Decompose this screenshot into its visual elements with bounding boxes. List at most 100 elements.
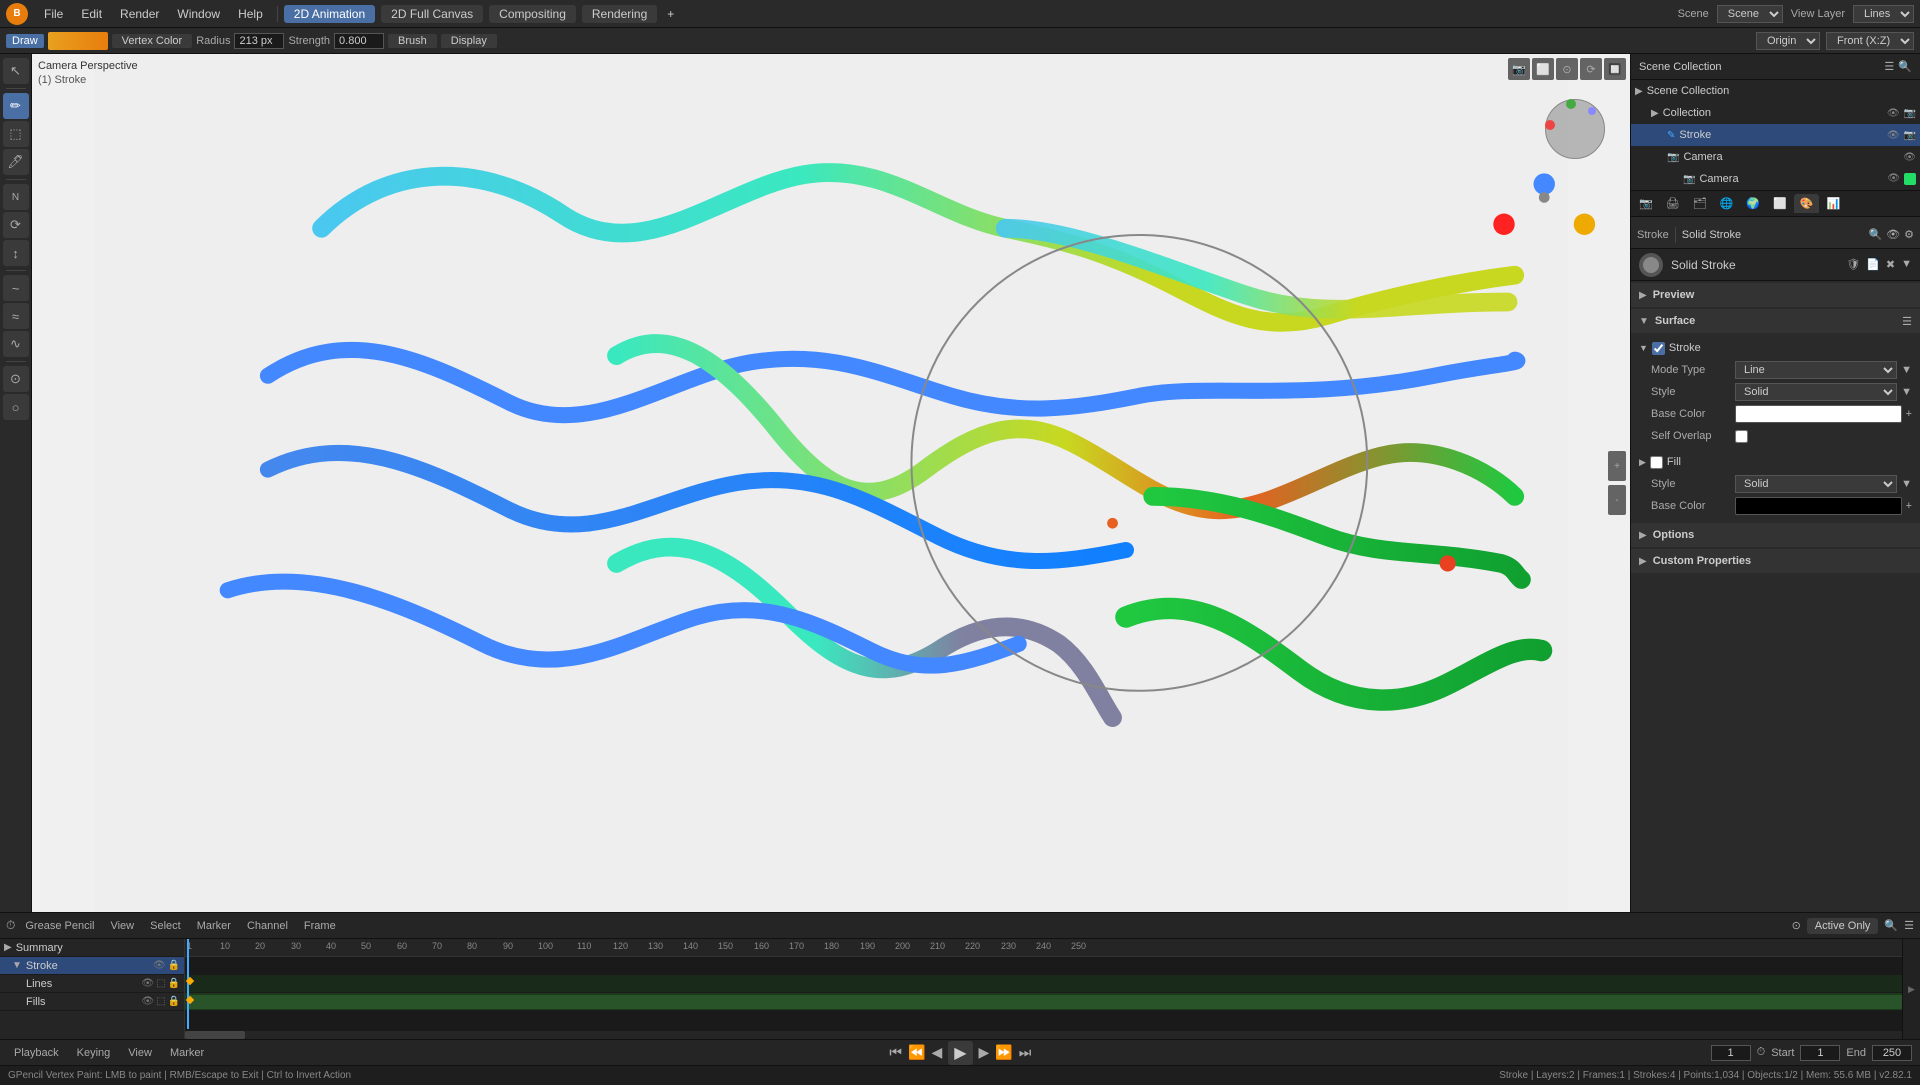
render-icon[interactable]: 📷 xyxy=(1904,108,1916,119)
copy-icon[interactable]: 🔍 xyxy=(1868,228,1882,241)
nav-gizmo[interactable] xyxy=(1540,94,1610,164)
overlay-btn[interactable]: ⊙ xyxy=(1556,58,1578,80)
rotate-tool[interactable]: ⟳ xyxy=(3,212,29,238)
snap-btn[interactable]: 🔲 xyxy=(1604,58,1626,80)
jump-start-btn[interactable]: ⏮ xyxy=(889,1044,902,1061)
summary-expand[interactable]: ▶ xyxy=(4,942,12,953)
menu-window[interactable]: Window xyxy=(169,5,228,23)
summary-track[interactable] xyxy=(185,957,1902,975)
render-icon-stroke[interactable]: 📷 xyxy=(1904,130,1916,141)
gizmo-btn[interactable]: ⟳ xyxy=(1580,58,1602,80)
stroke-subsection-header[interactable]: ▼ Stroke xyxy=(1639,337,1912,359)
lock-lines-icon[interactable]: 🔒 xyxy=(168,978,180,989)
timeline-scrollbar-thumb[interactable] xyxy=(185,1031,245,1039)
scene-select[interactable]: Scene xyxy=(1717,5,1783,23)
step-forward-btn[interactable]: ▶ xyxy=(979,1044,990,1061)
delete-material-btn[interactable]: ✖ xyxy=(1886,258,1895,271)
stroke-row[interactable]: ▼ Stroke 👁 🔒 xyxy=(0,957,184,975)
play-btn[interactable]: ▶ xyxy=(948,1041,972,1065)
playback-view-menu[interactable]: View xyxy=(122,1046,158,1060)
y-axis-dot[interactable] xyxy=(1566,99,1576,109)
front-select[interactable]: Front (X:Z) xyxy=(1826,32,1914,50)
outliner-collection[interactable]: ▶ Collection 👁 📷 xyxy=(1631,102,1920,124)
fill-base-color-swatch[interactable] xyxy=(1735,497,1902,515)
timeline-select-menu[interactable]: Select xyxy=(144,919,187,933)
display-mode-btn[interactable]: ⬜ xyxy=(1532,58,1554,80)
active-only-label[interactable]: Active Only xyxy=(1807,918,1879,934)
stroke-expand[interactable]: ▼ xyxy=(12,960,22,971)
fill-subsection-header[interactable]: ▶ Fill xyxy=(1639,451,1912,473)
hide-icon[interactable]: 👁 xyxy=(1886,228,1900,241)
tab-scene[interactable]: 🌐 xyxy=(1714,194,1740,213)
fill-style-select[interactable]: Solid xyxy=(1735,475,1897,493)
fills-row[interactable]: Fills 👁 ⬚ 🔒 xyxy=(0,993,184,1011)
mode-rendering[interactable]: Rendering xyxy=(582,5,657,23)
tab-output[interactable]: 🖨 xyxy=(1660,194,1686,213)
eye-lines-icon[interactable]: 👁 xyxy=(141,978,154,989)
transform-tool[interactable]: N xyxy=(3,184,29,210)
radius-input[interactable] xyxy=(234,33,284,49)
base-color-expand[interactable]: + xyxy=(1906,408,1912,420)
mode-2d-animation[interactable]: 2D Animation xyxy=(284,5,375,23)
zoom-in-btn[interactable]: + xyxy=(1608,451,1626,481)
tab-view-layer[interactable]: 🗂 xyxy=(1687,194,1713,213)
tint-color[interactable] xyxy=(48,32,108,50)
playback-marker-menu[interactable]: Marker xyxy=(164,1046,210,1060)
tab-world[interactable]: 🌍 xyxy=(1740,194,1766,213)
menu-render[interactable]: Render xyxy=(112,5,167,23)
thickness-tool[interactable]: ≈ xyxy=(3,303,29,329)
grease-pencil-menu[interactable]: Grease Pencil xyxy=(19,919,100,933)
timeline-scrollbar[interactable] xyxy=(185,1031,1902,1039)
mode-2d-full-canvas[interactable]: 2D Full Canvas xyxy=(381,5,483,23)
eye-icon[interactable]: 👁 xyxy=(1887,108,1900,119)
end-frame-input[interactable] xyxy=(1872,1045,1912,1061)
smooth-tool[interactable]: ~ xyxy=(3,275,29,301)
eye-icon-cam[interactable]: 👁 xyxy=(1903,152,1916,163)
options-header[interactable]: ▶ Options xyxy=(1631,523,1920,547)
eye-tl-icon[interactable]: 👁 xyxy=(153,960,166,971)
lock-tl-icon[interactable]: 🔒 xyxy=(168,960,180,971)
scale-tool[interactable]: ↕ xyxy=(3,240,29,266)
timeline-search-icon[interactable]: 🔍 xyxy=(1884,919,1898,932)
z-axis-dot[interactable] xyxy=(1588,107,1596,115)
circle-tool[interactable]: ⊙ xyxy=(3,366,29,392)
fill-tool[interactable]: 🖊 xyxy=(3,149,29,175)
step-back-btn[interactable]: ◀ xyxy=(931,1044,942,1061)
menu-edit[interactable]: Edit xyxy=(73,5,110,23)
add-material-btn[interactable]: ▼ xyxy=(1901,258,1912,271)
view-layer-select[interactable]: Lines xyxy=(1853,5,1914,23)
eye-icon-stroke[interactable]: 👁 xyxy=(1887,130,1900,141)
tab-data[interactable]: 📊 xyxy=(1820,194,1846,213)
timeline-right-expand[interactable]: ▶ xyxy=(1902,939,1920,1039)
select-tool[interactable]: ↖ xyxy=(3,58,29,84)
preview-header[interactable]: ▶ Preview xyxy=(1631,283,1920,307)
tab-material[interactable]: 🎨 xyxy=(1794,194,1820,213)
zoom-out-btn[interactable]: - xyxy=(1608,485,1626,515)
jump-end-btn[interactable]: ⏭ xyxy=(1019,1044,1032,1061)
stroke-track[interactable] xyxy=(185,975,1902,993)
rect-tool[interactable]: ○ xyxy=(3,394,29,420)
outliner-scene-collection[interactable]: ▶ Scene Collection xyxy=(1631,80,1920,102)
draw-mode-select[interactable]: Draw xyxy=(6,34,44,48)
lines-track[interactable] xyxy=(185,993,1902,1011)
self-overlap-checkbox[interactable] xyxy=(1735,430,1748,443)
eye-fills-icon[interactable]: 👁 xyxy=(141,996,154,1007)
search-icon[interactable]: 🔍 xyxy=(1898,60,1912,73)
unlink-material-btn[interactable]: 📄 xyxy=(1866,258,1880,271)
keying-menu[interactable]: Keying xyxy=(71,1046,117,1060)
fill-enabled-checkbox[interactable] xyxy=(1650,456,1663,469)
viewport-canvas[interactable]: Camera Perspective (1) Stroke xyxy=(32,54,1630,912)
timeline-frame-menu[interactable]: Frame xyxy=(298,919,342,933)
mode-compositing[interactable]: Compositing xyxy=(489,5,576,23)
surface-list-icon[interactable]: ☰ xyxy=(1902,316,1912,328)
x-axis-dot[interactable] xyxy=(1545,120,1555,130)
vertex-color-button[interactable]: Vertex Color xyxy=(112,34,193,48)
timeline-filter-icon[interactable]: ☰ xyxy=(1904,919,1914,932)
timeline-view-menu[interactable]: View xyxy=(104,919,140,933)
eraser-tool[interactable]: ⬚ xyxy=(3,121,29,147)
surface-header[interactable]: ▼ Surface ☰ xyxy=(1631,309,1920,333)
start-frame-input[interactable] xyxy=(1800,1045,1840,1061)
eye-icon-cam2[interactable]: 👁 xyxy=(1887,173,1900,185)
add-workspace-button[interactable]: + xyxy=(659,5,682,23)
playback-menu[interactable]: Playback xyxy=(8,1046,65,1060)
